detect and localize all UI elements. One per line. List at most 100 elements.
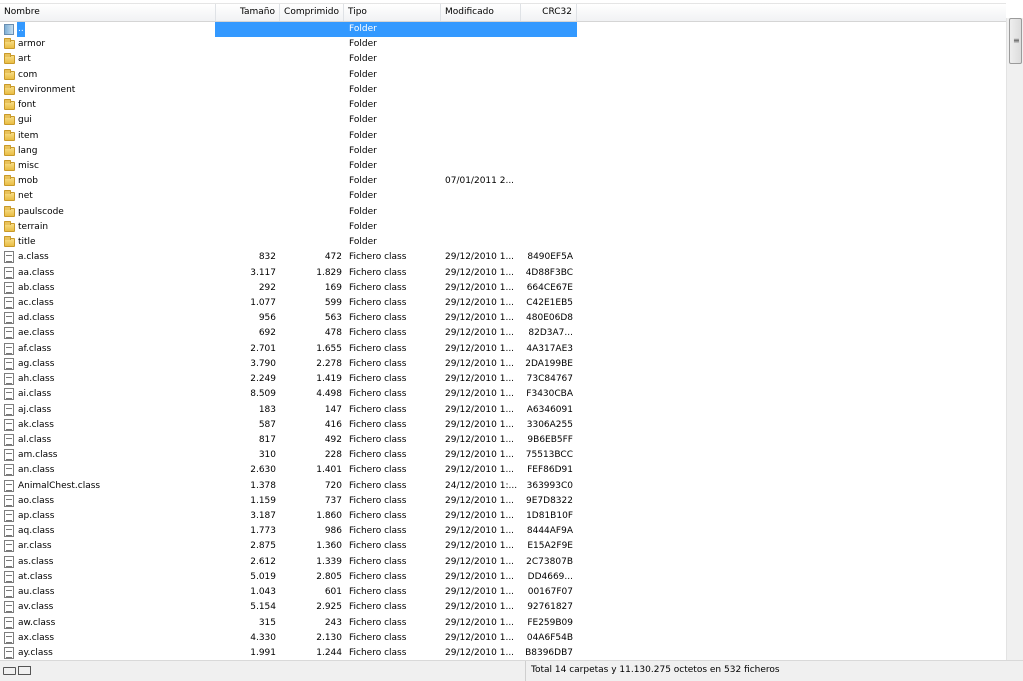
file-row[interactable]: font Folder: [0, 98, 580, 113]
file-row[interactable]: aa.class 3.117 1.829 Fichero class 29/12/201…: [0, 266, 580, 281]
file-row[interactable]: ao.class 1.159 737 Fichero class 29/12/2010 …: [0, 494, 580, 509]
file-row[interactable]: au.class 1.043 601 Fichero class 29/12/2010 …: [0, 585, 580, 600]
column-header-compressed-label: Comprimido: [284, 7, 339, 17]
file-name: title: [18, 237, 36, 247]
column-header-type[interactable]: Tipo: [344, 4, 441, 21]
file-name: art: [18, 54, 31, 64]
cell-type: Folder: [349, 222, 377, 232]
column-header-crc[interactable]: CRC32: [521, 4, 577, 21]
file-row[interactable]: gui Folder: [0, 113, 580, 128]
file-row[interactable]: aj.class 183 147 Fichero class 29/12/2010 1.…: [0, 403, 580, 418]
cell-crc: 00167F07: [527, 587, 573, 597]
cell-type: Folder: [349, 39, 377, 49]
cell-size: 3.790: [250, 359, 276, 369]
file-name: mob: [18, 176, 38, 186]
folder-icon: [4, 69, 15, 80]
file-row[interactable]: am.class 310 228 Fichero class 29/12/2010 1.…: [0, 448, 580, 463]
column-header-size-label: Tamaño: [239, 7, 275, 17]
file-row[interactable]: ar.class 2.875 1.360 Fichero class 29/12/201…: [0, 539, 580, 554]
cell-name: ao.class: [3, 494, 215, 509]
cell-size: [220, 52, 276, 67]
file-row[interactable]: item Folder: [0, 129, 580, 144]
file-name: ay.class: [18, 648, 53, 658]
file-name: ab.class: [18, 283, 55, 293]
file-row[interactable]: ah.class 2.249 1.419 Fichero class 29/12/201…: [0, 372, 580, 387]
file-row[interactable]: ag.class 3.790 2.278 Fichero class 29/12/201…: [0, 357, 580, 372]
file-row[interactable]: armor Folder: [0, 37, 580, 52]
file-row[interactable]: aw.class 315 243 Fichero class 29/12/2010 1.…: [0, 616, 580, 631]
cell-type: Fichero class: [349, 313, 407, 323]
cell-type: Fichero class: [349, 526, 407, 536]
cell-type: Folder: [349, 100, 377, 110]
file-name: ac.class: [18, 298, 54, 308]
cell-size: [220, 98, 276, 113]
file-row[interactable]: aq.class 1.773 986 Fichero class 29/12/2010 …: [0, 524, 580, 539]
cell-name: gui: [3, 113, 215, 128]
cell-type: Folder: [349, 237, 377, 247]
cell-name: ar.class: [3, 539, 215, 554]
cell-name: ..: [3, 22, 215, 37]
file-row[interactable]: paulscode Folder: [0, 205, 580, 220]
cell-name: environment: [3, 83, 215, 98]
file-row[interactable]: ai.class 8.509 4.498 Fichero class 29/12/201…: [0, 387, 580, 402]
column-header-size[interactable]: Tamaño: [216, 4, 280, 21]
scrollbar-thumb[interactable]: ≡: [1009, 18, 1022, 64]
file-row[interactable]: art Folder: [0, 52, 580, 67]
folder-icon: [4, 160, 15, 171]
file-row[interactable]: misc Folder: [0, 159, 580, 174]
file-row[interactable]: ab.class 292 169 Fichero class 29/12/2010 1.…: [0, 281, 580, 296]
file-row[interactable]: terrain Folder: [0, 220, 580, 235]
file-row[interactable]: at.class 5.019 2.805 Fichero class 29/12/201…: [0, 570, 580, 585]
file-row[interactable]: ak.class 587 416 Fichero class 29/12/2010 1.…: [0, 418, 580, 433]
file-row[interactable]: as.class 2.612 1.339 Fichero class 29/12/201…: [0, 555, 580, 570]
file-row[interactable]: title Folder: [0, 235, 580, 250]
column-header-compressed[interactable]: Comprimido: [280, 4, 344, 21]
cell-name: ad.class: [3, 311, 215, 326]
cell-crc: [522, 144, 573, 159]
file-name: aa.class: [18, 268, 55, 278]
cell-crc: 73C84767: [526, 374, 573, 384]
file-row[interactable]: mob Folder 07/01/2011 2...: [0, 174, 580, 189]
cell-modified: [445, 235, 520, 250]
file-row[interactable]: an.class 2.630 1.401 Fichero class 29/12/201…: [0, 463, 580, 478]
file-name: an.class: [18, 465, 55, 475]
file-row[interactable]: ae.class 692 478 Fichero class 29/12/2010 1.…: [0, 326, 580, 341]
file-row[interactable]: net Folder: [0, 189, 580, 204]
file-row[interactable]: a.class 832 472 Fichero class 29/12/2010 1..…: [0, 250, 580, 265]
vertical-scrollbar[interactable]: ≡: [1006, 18, 1023, 660]
file-row[interactable]: AnimalChest.class 1.378 720 Fichero class 24…: [0, 479, 580, 494]
cell-compressed: 986: [324, 526, 342, 536]
file-row[interactable]: ac.class 1.077 599 Fichero class 29/12/2010 …: [0, 296, 580, 311]
cell-crc: [522, 159, 573, 174]
cell-compressed: 1.360: [316, 541, 342, 551]
file-row[interactable]: av.class 5.154 2.925 Fichero class 29/12/201…: [0, 600, 580, 615]
file-row[interactable]: ap.class 3.187 1.860 Fichero class 29/12/201…: [0, 509, 580, 524]
cell-size: [220, 189, 276, 204]
column-header-name[interactable]: Nombre: [0, 4, 216, 21]
cell-name: mob: [3, 174, 215, 189]
cell-modified: 24/12/2010 1:...: [445, 481, 518, 491]
column-header-modified[interactable]: Modificado: [441, 4, 521, 21]
file-row[interactable]: ay.class 1.991 1.244 Fichero class 29/12/201…: [0, 646, 580, 660]
cell-size: 315: [258, 618, 276, 628]
class-file-icon: [4, 464, 14, 476]
cell-name: a.class: [3, 250, 215, 265]
folder-icon: [4, 236, 15, 247]
file-row[interactable]: lang Folder: [0, 144, 580, 159]
cell-type: Fichero class: [349, 496, 407, 506]
class-file-icon: [4, 556, 14, 568]
file-row[interactable]: al.class 817 492 Fichero class 29/12/2010 1.…: [0, 433, 580, 448]
cell-modified: 29/12/2010 1...: [445, 602, 515, 612]
file-row[interactable]: com Folder: [0, 68, 580, 83]
file-row[interactable]: ad.class 956 563 Fichero class 29/12/2010 1.…: [0, 311, 580, 326]
cell-modified: 29/12/2010 1...: [445, 450, 515, 460]
class-file-icon: [4, 312, 14, 324]
file-row[interactable]: environment Folder: [0, 83, 580, 98]
file-list[interactable]: .. Folder armor Folder art Folder com Folder env…: [0, 22, 1006, 660]
cell-type: Fichero class: [349, 420, 407, 430]
file-row[interactable]: af.class 2.701 1.655 Fichero class 29/12/201…: [0, 342, 580, 357]
file-row[interactable]: ax.class 4.330 2.130 Fichero class 29/12/201…: [0, 631, 580, 646]
file-name: au.class: [18, 587, 55, 597]
cell-crc: 480E06D8: [526, 313, 573, 323]
file-row[interactable]: .. Folder: [0, 22, 580, 37]
